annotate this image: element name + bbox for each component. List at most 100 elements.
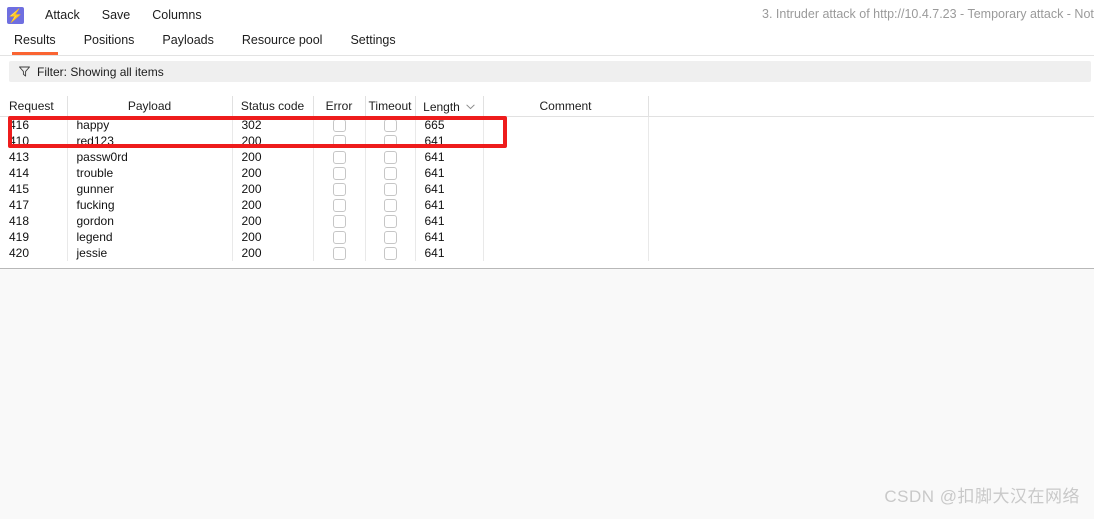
funnel-icon <box>19 66 30 77</box>
cell-spacer <box>648 197 1094 213</box>
results-table-body: 416 happy 302 665 410 red123 200 641 413… <box>0 116 1094 261</box>
error-checkbox[interactable] <box>332 247 346 261</box>
timeout-checkbox[interactable] <box>383 135 397 149</box>
cell-comment[interactable] <box>483 197 649 213</box>
cell-length: 641 <box>415 181 484 197</box>
menu-item-save[interactable]: Save <box>93 5 140 25</box>
table-row[interactable]: 416 happy 302 665 <box>0 116 1094 133</box>
lightning-bolt-glyph: ⚡ <box>7 7 24 23</box>
menu-bar: ⚡ Attack Save Columns 3. Intruder attack… <box>0 0 1094 30</box>
timeout-checkbox[interactable] <box>383 167 397 181</box>
table-row[interactable]: 414 trouble 200 641 <box>0 165 1094 181</box>
cell-status-code: 302 <box>232 116 314 133</box>
column-header-comment[interactable]: Comment <box>483 96 649 117</box>
error-checkbox[interactable] <box>332 135 346 149</box>
column-header-length-label: Length <box>423 99 460 114</box>
cell-spacer <box>648 213 1094 229</box>
table-row[interactable]: 417 fucking 200 641 <box>0 197 1094 213</box>
table-row[interactable]: 419 legend 200 641 <box>0 229 1094 245</box>
chevron-down-icon <box>466 99 475 113</box>
cell-timeout <box>365 165 416 181</box>
watermark: CSDN @扣脚大汉在网络 <box>884 487 1080 506</box>
cell-comment[interactable] <box>483 165 649 181</box>
cell-spacer <box>648 116 1094 133</box>
error-checkbox[interactable] <box>332 215 346 229</box>
cell-spacer <box>648 229 1094 245</box>
cell-request: 410 <box>0 133 68 149</box>
tab-strip: Results Positions Payloads Resource pool… <box>0 30 1094 56</box>
cell-payload: happy <box>67 116 233 133</box>
timeout-checkbox[interactable] <box>383 119 397 133</box>
timeout-checkbox[interactable] <box>383 247 397 261</box>
tab-positions[interactable]: Positions <box>82 30 137 55</box>
cell-spacer <box>648 149 1094 165</box>
column-header-error[interactable]: Error <box>313 96 366 117</box>
menu-item-attack[interactable]: Attack <box>36 5 89 25</box>
timeout-checkbox[interactable] <box>383 215 397 229</box>
cell-timeout <box>365 245 416 261</box>
table-row[interactable]: 413 passw0rd 200 641 <box>0 149 1094 165</box>
table-row[interactable]: 420 jessie 200 641 <box>0 245 1094 261</box>
timeout-checkbox[interactable] <box>383 151 397 165</box>
cell-comment[interactable] <box>483 181 649 197</box>
error-checkbox[interactable] <box>332 183 346 197</box>
cell-error <box>313 197 366 213</box>
cell-comment[interactable] <box>483 133 649 149</box>
cell-length: 641 <box>415 149 484 165</box>
cell-length: 641 <box>415 245 484 261</box>
lightning-bolt-icon: ⚡ <box>7 6 24 24</box>
cell-spacer <box>648 165 1094 181</box>
filter-bar[interactable]: Filter: Showing all items <box>9 61 1091 82</box>
window-title: 3. Intruder attack of http://10.4.7.23 -… <box>762 7 1094 21</box>
column-header-length[interactable]: Length <box>415 96 484 117</box>
cell-spacer <box>648 133 1094 149</box>
cell-error <box>313 133 366 149</box>
column-header-payload[interactable]: Payload <box>67 96 233 117</box>
cell-request: 420 <box>0 245 68 261</box>
cell-payload: gordon <box>67 213 233 229</box>
table-row[interactable]: 415 gunner 200 641 <box>0 181 1094 197</box>
column-header-request[interactable]: Request <box>0 96 68 117</box>
cell-timeout <box>365 229 416 245</box>
error-checkbox[interactable] <box>332 231 346 245</box>
cell-request: 418 <box>0 213 68 229</box>
cell-error <box>313 165 366 181</box>
tab-resource-pool[interactable]: Resource pool <box>240 30 325 55</box>
cell-error <box>313 149 366 165</box>
column-header-timeout[interactable]: Timeout <box>365 96 416 117</box>
cell-comment[interactable] <box>483 229 649 245</box>
column-header-status-code[interactable]: Status code <box>232 96 314 117</box>
cell-length: 641 <box>415 133 484 149</box>
timeout-checkbox[interactable] <box>383 231 397 245</box>
cell-comment[interactable] <box>483 245 649 261</box>
table-row[interactable]: 418 gordon 200 641 <box>0 213 1094 229</box>
results-table-container[interactable]: Request Payload Status code Error Timeou… <box>0 96 1094 269</box>
tab-payloads[interactable]: Payloads <box>160 30 215 55</box>
timeout-checkbox[interactable] <box>383 199 397 213</box>
cell-spacer <box>648 181 1094 197</box>
column-header-spacer <box>648 96 1094 117</box>
cell-status-code: 200 <box>232 229 314 245</box>
cell-comment[interactable] <box>483 116 649 133</box>
cell-timeout <box>365 116 416 133</box>
error-checkbox[interactable] <box>332 119 346 133</box>
cell-comment[interactable] <box>483 149 649 165</box>
cell-request: 413 <box>0 149 68 165</box>
cell-comment[interactable] <box>483 213 649 229</box>
tab-results[interactable]: Results <box>12 30 58 55</box>
error-checkbox[interactable] <box>332 151 346 165</box>
cell-payload: jessie <box>67 245 233 261</box>
cell-error <box>313 229 366 245</box>
cell-timeout <box>365 181 416 197</box>
cell-payload: passw0rd <box>67 149 233 165</box>
timeout-checkbox[interactable] <box>383 183 397 197</box>
table-row[interactable]: 410 red123 200 641 <box>0 133 1094 149</box>
cell-payload: legend <box>67 229 233 245</box>
tab-settings[interactable]: Settings <box>348 30 397 55</box>
cell-payload: trouble <box>67 165 233 181</box>
error-checkbox[interactable] <box>332 167 346 181</box>
menu-item-columns[interactable]: Columns <box>143 5 210 25</box>
cell-payload: gunner <box>67 181 233 197</box>
cell-request: 416 <box>0 116 68 133</box>
error-checkbox[interactable] <box>332 199 346 213</box>
